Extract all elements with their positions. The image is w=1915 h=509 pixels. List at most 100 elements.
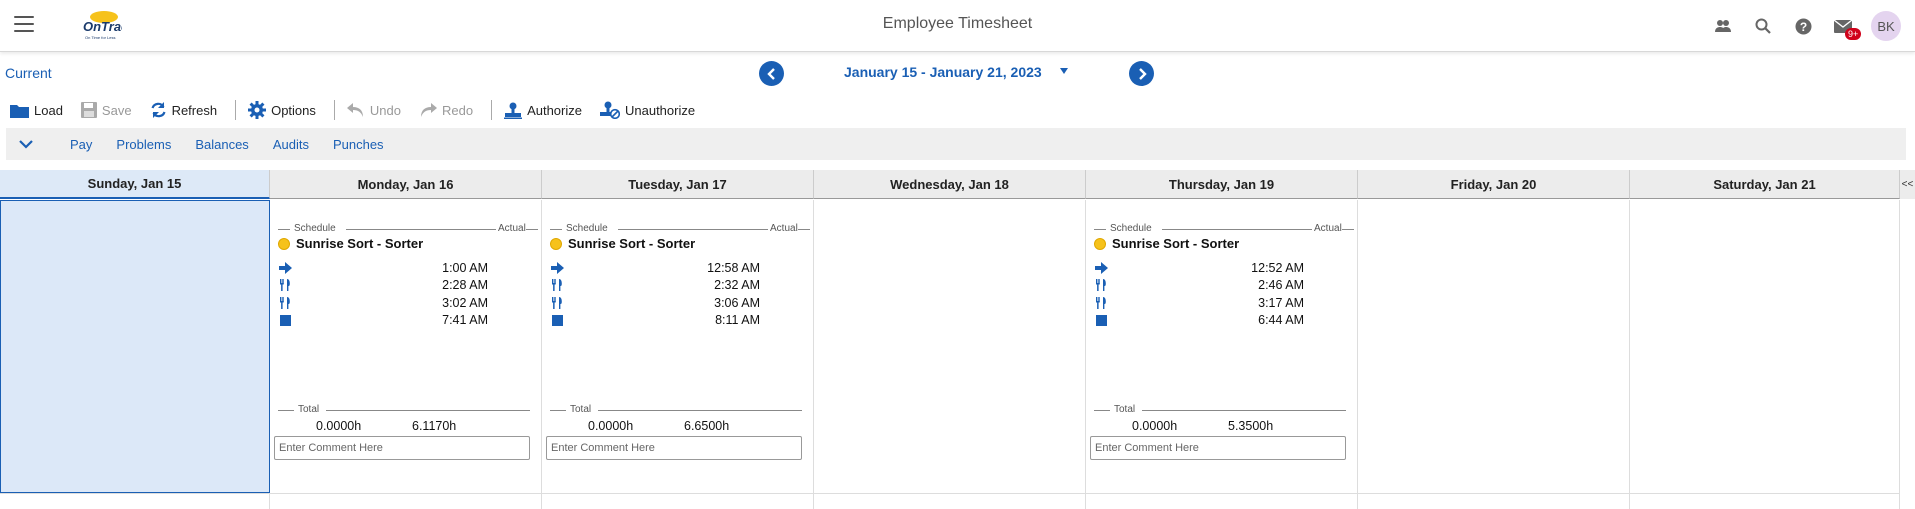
- undo-button[interactable]: Undo: [346, 96, 407, 124]
- punch-time: 1:00 AM: [442, 261, 488, 275]
- day-header-monday[interactable]: Monday, Jan 16: [270, 170, 542, 199]
- load-button[interactable]: Load: [10, 96, 69, 124]
- day-column-thursday[interactable]: Schedule Actual Sunrise Sort - Sorter 12:52…: [1086, 200, 1358, 493]
- total-header: Total: [1094, 404, 1346, 416]
- comment-input[interactable]: [1090, 436, 1346, 460]
- punch-row[interactable]: 3:06 AM: [550, 295, 760, 311]
- tab-audits[interactable]: Audits: [273, 137, 309, 152]
- day-header-sunday[interactable]: Sunday, Jan 15: [0, 170, 270, 199]
- shift-card: Schedule Actual Sunrise Sort - Sorter 12:52…: [1086, 200, 1358, 493]
- punch-row[interactable]: 12:58 AM: [550, 260, 760, 276]
- unauthorize-label: Unauthorize: [624, 102, 696, 118]
- current-period-link[interactable]: Current: [5, 65, 52, 81]
- day-header-friday[interactable]: Friday, Jan 20: [1358, 170, 1630, 199]
- avatar[interactable]: BK: [1871, 11, 1901, 41]
- tab-problems[interactable]: Problems: [116, 137, 171, 152]
- search-icon[interactable]: [1743, 6, 1783, 46]
- shift-name[interactable]: Sunrise Sort - Sorter: [278, 236, 423, 251]
- day-column-monday[interactable]: Schedule Actual Sunrise Sort - Sorter 1:00 …: [270, 200, 542, 493]
- next-period-button[interactable]: [1129, 61, 1154, 86]
- authorize-button[interactable]: Authorize: [504, 96, 588, 124]
- refresh-button[interactable]: Refresh: [150, 96, 224, 124]
- shift-card: Schedule Actual Sunrise Sort - Sorter 12:58…: [542, 200, 814, 493]
- redo-button[interactable]: Redo: [419, 96, 479, 124]
- day-column-wednesday[interactable]: [814, 200, 1086, 493]
- comment-input[interactable]: [274, 436, 530, 460]
- meal-start-icon: [1094, 278, 1108, 292]
- redo-icon: [420, 103, 437, 117]
- meal-end-icon: [1094, 296, 1108, 310]
- schedule-label: Schedule: [566, 223, 608, 234]
- punch-row[interactable]: 2:28 AM: [278, 277, 488, 293]
- punch-row[interactable]: 3:17 AM: [1094, 295, 1304, 311]
- mail-icon[interactable]: 9+: [1823, 6, 1863, 46]
- tab-pay[interactable]: Pay: [70, 137, 92, 152]
- stamp-icon: [504, 102, 523, 119]
- svg-text:OnTrac: OnTrac: [83, 19, 122, 34]
- shift-label: Sunrise Sort - Sorter: [296, 236, 424, 251]
- punch-time: 7:41 AM: [442, 313, 488, 327]
- punch-time: 2:46 AM: [1258, 278, 1304, 292]
- timesheet-grid: Sunday, Jan 15 Monday, Jan 16 Tuesday, Jan…: [0, 170, 1915, 509]
- options-button[interactable]: Options: [248, 96, 322, 124]
- unauthorize-button[interactable]: Unauthorize: [599, 96, 701, 124]
- collapse-tabs-button[interactable]: [6, 128, 46, 160]
- day-header-thursday[interactable]: Thursday, Jan 19: [1086, 170, 1358, 199]
- total-label: Total: [298, 404, 320, 415]
- collapse-panel-button[interactable]: <<: [1900, 170, 1915, 199]
- punch-time: 6:44 AM: [1258, 313, 1304, 327]
- day-column-saturday[interactable]: [1630, 200, 1900, 493]
- company-logo[interactable]: OnTrac On Time for Less: [80, 8, 129, 42]
- punch-row[interactable]: 7:41 AM: [278, 312, 488, 328]
- help-icon[interactable]: ?: [1783, 6, 1823, 46]
- punch-time: 12:58 AM: [707, 261, 760, 275]
- punch-row[interactable]: 6:44 AM: [1094, 312, 1304, 328]
- options-label: Options: [271, 102, 316, 118]
- punch-in-icon: [1094, 261, 1108, 275]
- shift-name[interactable]: Sunrise Sort - Sorter: [1094, 236, 1239, 251]
- day-header-wednesday[interactable]: Wednesday, Jan 18: [814, 170, 1086, 199]
- refresh-label: Refresh: [171, 102, 218, 118]
- load-label: Load: [34, 102, 63, 118]
- punch-row[interactable]: 2:32 AM: [550, 277, 760, 293]
- actual-label: Actual: [1314, 223, 1342, 234]
- total-actual-hours: 6.1170h: [412, 419, 457, 433]
- shift-card: Schedule Actual Sunrise Sort - Sorter 1:00 …: [270, 200, 542, 493]
- refresh-icon: [151, 102, 166, 118]
- schedule-actual-header: Schedule Actual: [278, 223, 538, 235]
- gear-icon: [248, 101, 267, 119]
- total-scheduled-hours: 0.0000h: [316, 419, 362, 433]
- meal-start-icon: [278, 278, 292, 292]
- people-icon[interactable]: [1703, 6, 1743, 46]
- punch-row[interactable]: 12:52 AM: [1094, 260, 1304, 276]
- punch-in-icon: [550, 261, 564, 275]
- comment-input[interactable]: [546, 436, 802, 460]
- day-header-saturday[interactable]: Saturday, Jan 21: [1630, 170, 1900, 199]
- day-column-friday[interactable]: [1358, 200, 1630, 493]
- svg-text:?: ?: [1799, 20, 1806, 34]
- footer-cell: [0, 494, 270, 509]
- previous-period-button[interactable]: [759, 61, 784, 86]
- day-column-tuesday[interactable]: Schedule Actual Sunrise Sort - Sorter 12:58…: [542, 200, 814, 493]
- meal-end-icon: [550, 296, 564, 310]
- undo-label: Undo: [369, 102, 401, 118]
- day-column-sunday[interactable]: [0, 200, 270, 493]
- punch-row[interactable]: 1:00 AM: [278, 260, 488, 276]
- tab-balances[interactable]: Balances: [195, 137, 248, 152]
- save-button[interactable]: Save: [80, 96, 138, 124]
- date-range-selector[interactable]: January 15 - January 21, 2023: [844, 64, 1042, 80]
- punch-row[interactable]: 2:46 AM: [1094, 277, 1304, 293]
- menu-icon[interactable]: [14, 16, 34, 34]
- toolbar-divider: [235, 100, 237, 120]
- punch-time: 12:52 AM: [1251, 261, 1304, 275]
- shift-label: Sunrise Sort - Sorter: [568, 236, 696, 251]
- punch-time: 3:17 AM: [1258, 296, 1304, 310]
- punch-row[interactable]: 8:11 AM: [550, 312, 760, 328]
- day-header-tuesday[interactable]: Tuesday, Jan 17: [542, 170, 814, 199]
- punch-row[interactable]: 3:02 AM: [278, 295, 488, 311]
- toolbar-divider: [333, 100, 335, 120]
- tab-punches[interactable]: Punches: [333, 137, 384, 152]
- shift-name[interactable]: Sunrise Sort - Sorter: [550, 236, 695, 251]
- shift-status-dot-icon: [1094, 237, 1106, 250]
- caret-down-icon[interactable]: [1060, 68, 1068, 74]
